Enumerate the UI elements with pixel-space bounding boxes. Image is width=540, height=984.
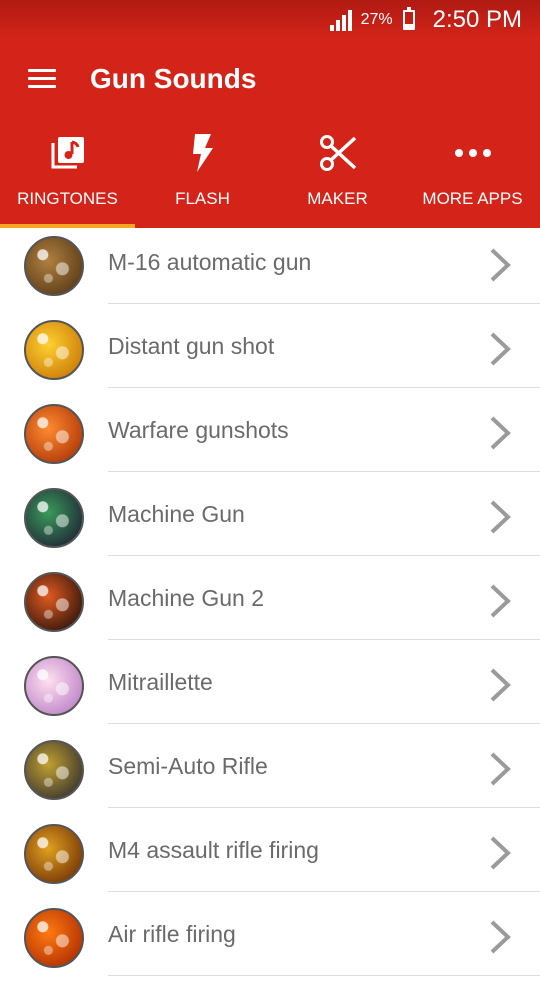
chevron-right-icon[interactable] [488, 247, 514, 283]
list-item[interactable]: Machine Gun 2 [0, 564, 540, 648]
divider [108, 639, 540, 640]
ringtone-list: M-16 automatic gun Distant gun shot Warfar… [0, 228, 540, 984]
ringtone-name: Air rifle firing [108, 921, 236, 947]
list-item[interactable]: Distant gun shot [0, 312, 540, 396]
ringtone-thumbnail [24, 656, 84, 716]
list-item[interactable]: Warfare gunshots [0, 396, 540, 480]
list-item[interactable]: Mitraillette [0, 648, 540, 732]
tab-flash[interactable]: FLASH [135, 125, 270, 228]
clock: 2:50 PM [432, 6, 522, 33]
tab-more-apps-label: MORE APPS [422, 189, 523, 208]
ringtone-thumbnail [24, 908, 84, 968]
ringtone-thumbnail [24, 572, 84, 632]
chevron-right-icon[interactable] [488, 415, 514, 451]
battery-percent: 27% [360, 11, 393, 28]
ringtone-name: Warfare gunshots [108, 417, 289, 443]
tab-flash-label: FLASH [175, 189, 230, 208]
ringtone-thumbnail [24, 488, 84, 548]
scissors-icon [318, 133, 358, 173]
page-title: Gun Sounds [90, 63, 257, 94]
tab-bar: RINGTONES FLASH MAKER MORE APPS [0, 125, 540, 228]
divider [108, 387, 540, 388]
tab-ringtones[interactable]: RINGTONES [0, 125, 135, 228]
list-item[interactable]: M-16 automatic gun [0, 228, 540, 312]
divider [108, 723, 540, 724]
chevron-right-icon[interactable] [488, 751, 514, 787]
ringtone-name: Semi-Auto Rifle [108, 753, 268, 779]
more-dots-icon [453, 133, 493, 173]
ringtone-thumbnail [24, 824, 84, 884]
tab-maker[interactable]: MAKER [270, 125, 405, 228]
ringtone-thumbnail [24, 236, 84, 296]
tab-maker-label: MAKER [307, 189, 368, 208]
ringtone-name: Machine Gun [108, 501, 245, 527]
ringtone-name: M4 assault rifle firing [108, 837, 319, 863]
battery-level [404, 23, 413, 28]
list-item[interactable]: Air rifle firing [0, 900, 540, 984]
ringtone-thumbnail [24, 404, 84, 464]
ringtone-name: Machine Gun 2 [108, 585, 264, 611]
list-item[interactable]: Semi-Auto Rifle [0, 732, 540, 816]
ringtone-name: M-16 automatic gun [108, 249, 312, 275]
tab-ringtones-label: RINGTONES [17, 189, 118, 208]
chevron-right-icon[interactable] [488, 499, 514, 535]
divider [108, 807, 540, 808]
divider [108, 891, 540, 892]
chevron-right-icon[interactable] [488, 919, 514, 955]
ringtone-icon [48, 133, 88, 173]
menu-icon[interactable] [28, 67, 56, 91]
ringtone-name: Mitraillette [108, 669, 213, 695]
ringtone-thumbnail [24, 740, 84, 800]
chevron-right-icon[interactable] [488, 667, 514, 703]
divider [108, 975, 540, 976]
battery-icon [402, 7, 415, 30]
flash-icon [183, 133, 223, 173]
chevron-right-icon[interactable] [488, 835, 514, 871]
ringtone-name: Distant gun shot [108, 333, 275, 359]
chevron-right-icon[interactable] [488, 331, 514, 367]
signal-strength-icon [329, 10, 352, 31]
divider [108, 471, 540, 472]
ringtone-thumbnail [24, 320, 84, 380]
divider [108, 555, 540, 556]
divider [108, 303, 540, 304]
tab-more-apps[interactable]: MORE APPS [405, 125, 540, 228]
list-item[interactable]: Machine Gun [0, 480, 540, 564]
app-bar: Gun Sounds RINGTONES FLASH MAKER MORE AP… [0, 40, 540, 228]
status-bar: 27% 2:50 PM [0, 0, 540, 40]
list-item[interactable]: M4 assault rifle firing [0, 816, 540, 900]
chevron-right-icon[interactable] [488, 583, 514, 619]
